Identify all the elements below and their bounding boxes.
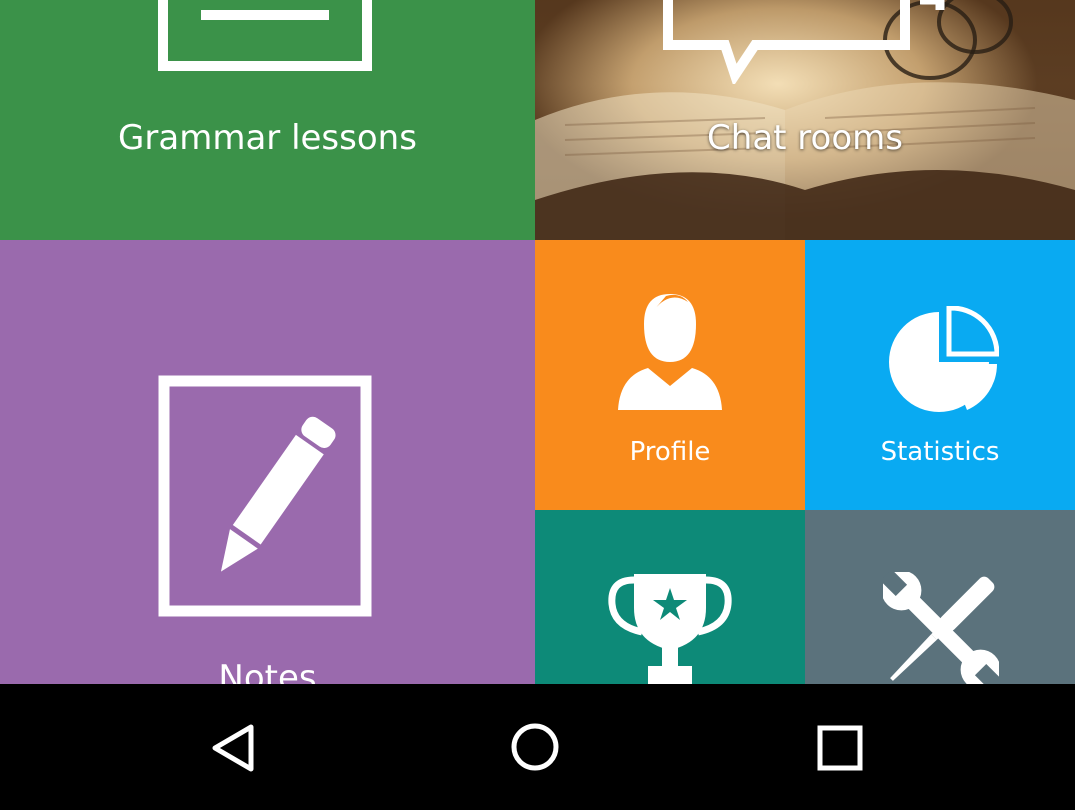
tile-label: Profile	[629, 437, 711, 467]
home-button[interactable]	[475, 684, 595, 810]
tile-label: Notes	[218, 658, 317, 684]
home-icon	[511, 723, 559, 771]
tile-label: Chat rooms	[707, 118, 903, 158]
back-icon	[212, 724, 254, 772]
speech-bubbles-icon	[663, 0, 945, 84]
document-icon	[158, 0, 372, 71]
pencil-icon	[158, 375, 372, 617]
navigation-bar	[0, 684, 1075, 810]
recents-button[interactable]	[779, 684, 899, 810]
tile-grammar-lessons[interactable]: Grammar lessons	[0, 0, 535, 240]
tile-notes[interactable]: Notes	[0, 240, 535, 684]
tile-profile[interactable]: Profile	[535, 240, 805, 510]
tile-statistics[interactable]: Statistics	[805, 240, 1075, 510]
tile-achievements[interactable]	[535, 510, 805, 684]
tile-label: Grammar lessons	[118, 118, 417, 158]
back-button[interactable]	[173, 684, 293, 810]
trophy-icon	[608, 574, 732, 684]
tile-chat-rooms[interactable]: Chat rooms	[535, 0, 1075, 240]
tools-icon	[883, 572, 999, 684]
recents-icon	[817, 725, 863, 771]
pie-chart-icon	[889, 306, 999, 412]
person-icon	[618, 294, 722, 410]
tile-label: Statistics	[880, 437, 1000, 467]
tile-settings[interactable]	[805, 510, 1075, 684]
